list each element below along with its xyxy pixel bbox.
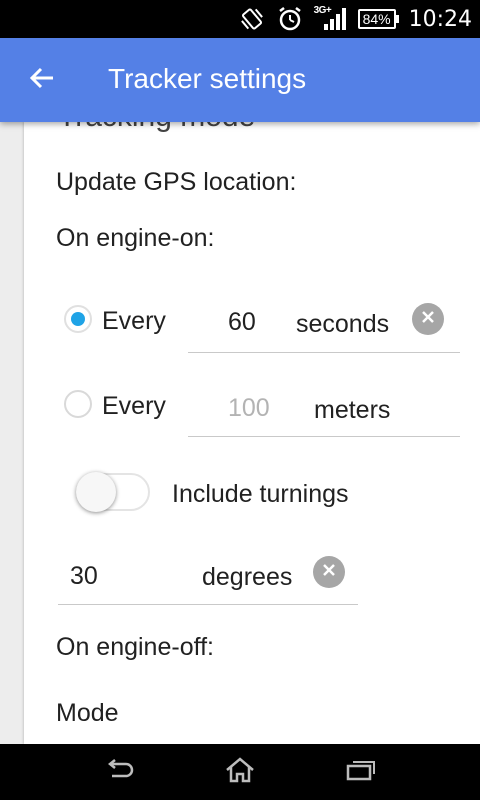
seconds-input[interactable]: 60 (228, 308, 256, 337)
engine-off-label: On engine-off: (56, 633, 214, 661)
include-turnings-label: Include turnings (172, 480, 349, 508)
back-nav-icon (104, 758, 136, 787)
page-title: Tracker settings (108, 63, 307, 94)
app-bar: Tracker settings (0, 38, 480, 122)
degrees-field-underline (58, 604, 358, 605)
degrees-input[interactable]: 30 (70, 562, 98, 591)
engine-on-label: On engine-on: (56, 224, 215, 252)
battery-level: 84% (357, 9, 396, 29)
close-icon (421, 310, 435, 329)
mode-label: Mode (56, 699, 119, 727)
status-bar: 3G+ 84% 10:24 (0, 0, 480, 38)
radio-every-meters[interactable] (64, 390, 92, 418)
recents-nav-icon (344, 758, 376, 787)
clear-degrees-button[interactable] (313, 556, 345, 588)
navigation-bar (0, 744, 480, 800)
every-meters-label: Every (102, 392, 166, 420)
section-title: Tracking mode (58, 122, 255, 134)
back-button[interactable] (24, 62, 60, 98)
arrow-back-icon (28, 64, 56, 97)
alarm-icon (276, 5, 304, 33)
status-time: 10:24 (408, 6, 472, 32)
update-gps-label: Update GPS location: (56, 168, 297, 196)
settings-card: Tracking mode Update GPS location: On en… (24, 122, 480, 744)
meters-field-underline (188, 436, 460, 437)
seconds-unit: seconds (296, 310, 390, 338)
clear-seconds-button[interactable] (412, 303, 444, 335)
home-nav-icon (224, 756, 256, 789)
include-turnings-switch[interactable] (76, 472, 150, 512)
switch-thumb (76, 472, 116, 512)
vibrate-icon (238, 5, 266, 33)
meters-input[interactable]: 100 (228, 394, 270, 423)
degrees-unit: degrees (202, 563, 293, 591)
signal-icon: 3G+ (314, 5, 348, 32)
every-seconds-label: Every (102, 307, 166, 335)
radio-every-seconds[interactable] (64, 305, 92, 333)
battery-icon: 84% (357, 9, 399, 29)
settings-page[interactable]: Tracking mode Update GPS location: On en… (0, 122, 480, 744)
meters-unit: meters (314, 396, 391, 424)
status-icons: 3G+ 84% 10:24 (238, 0, 472, 38)
seconds-field-underline (188, 352, 460, 353)
nav-back-button[interactable] (100, 756, 140, 788)
close-icon (322, 563, 336, 582)
nav-recents-button[interactable] (340, 756, 380, 788)
nav-home-button[interactable] (220, 756, 260, 788)
